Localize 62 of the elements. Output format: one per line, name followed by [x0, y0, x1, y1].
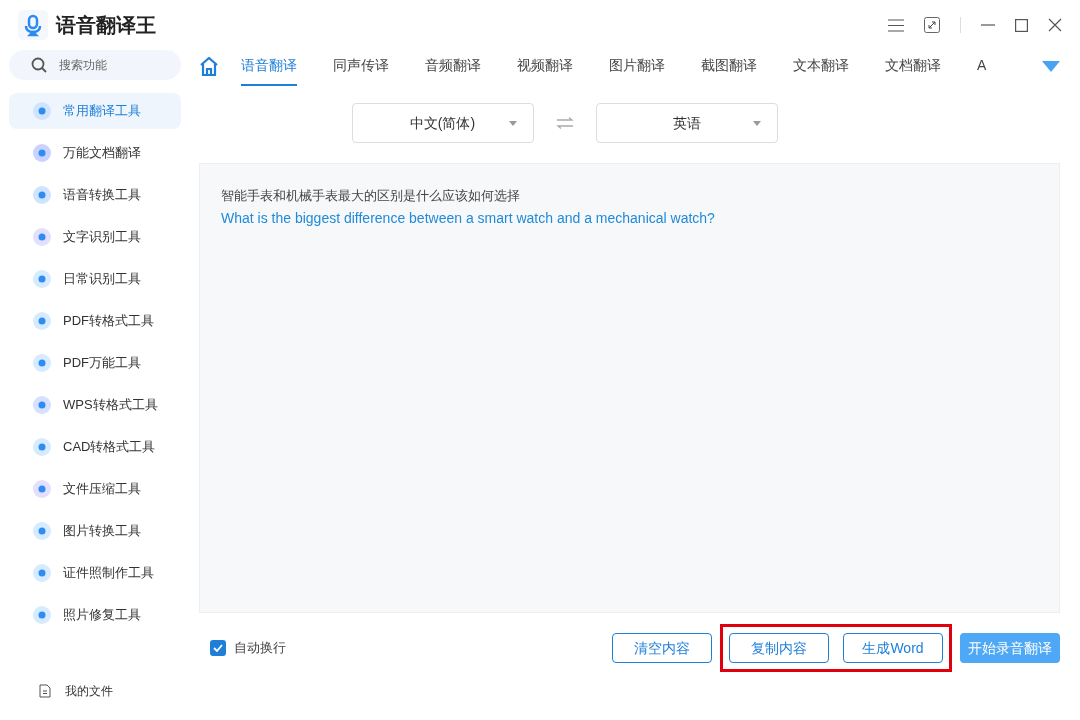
tool-icon: [33, 606, 51, 624]
sidebar-item[interactable]: 语音转换工具: [9, 177, 181, 213]
sidebar-item[interactable]: PDF转格式工具: [9, 303, 181, 339]
tool-icon: [33, 396, 51, 414]
sidebar-item[interactable]: WPS转格式工具: [9, 387, 181, 423]
tool-icon: [33, 312, 51, 330]
caret-icon: [752, 121, 761, 126]
tool-icon: [33, 144, 51, 162]
tab[interactable]: 视频翻译: [517, 46, 573, 86]
tab[interactable]: 图片翻译: [609, 46, 665, 86]
tab[interactable]: 同声传译: [333, 46, 389, 86]
tool-icon: [33, 480, 51, 498]
checkbox[interactable]: [210, 640, 226, 656]
action-button[interactable]: 清空内容: [612, 633, 712, 663]
my-files-item[interactable]: 我的文件: [9, 676, 181, 706]
sidebar-item[interactable]: 文字识别工具: [9, 219, 181, 255]
tab[interactable]: A: [977, 46, 987, 86]
close-icon[interactable]: [1048, 18, 1062, 32]
tool-icon: [33, 438, 51, 456]
tool-icon: [33, 354, 51, 372]
more-tabs-icon[interactable]: [1042, 60, 1060, 72]
swap-icon[interactable]: [555, 117, 574, 129]
sidebar-item[interactable]: 文件压缩工具: [9, 471, 181, 507]
maximize-icon[interactable]: [1015, 18, 1028, 32]
action-button[interactable]: 复制内容: [729, 633, 829, 663]
menu-icon[interactable]: [888, 18, 904, 32]
check-icon: [213, 644, 223, 652]
sidebar-item[interactable]: 证件照制作工具: [9, 555, 181, 591]
sidebar-item[interactable]: 常用翻译工具: [9, 93, 181, 129]
logo-icon: [18, 10, 48, 40]
tool-icon: [33, 270, 51, 288]
document-icon: [39, 684, 51, 698]
tool-icon: [33, 186, 51, 204]
search-input[interactable]: 搜索功能: [59, 56, 159, 74]
action-button[interactable]: 生成Word: [843, 633, 943, 663]
source-language-select[interactable]: 中文(简体): [351, 103, 534, 143]
tab[interactable]: 语音翻译: [241, 46, 297, 86]
tab[interactable]: 文本翻译: [793, 46, 849, 86]
tool-icon: [33, 228, 51, 246]
search-icon: [31, 57, 47, 73]
translation-text: What is the biggest difference between a smart watch and a mechanical watch?: [221, 208, 716, 228]
sidebar-item[interactable]: PDF万能工具: [9, 345, 181, 381]
text-area[interactable]: 智能手表和机械手表最大的区别是什么应该如何选择 What is the biggest difference between a smart watch and a mechanical watch?: [199, 163, 1060, 613]
sidebar-item[interactable]: 照片修复工具: [9, 597, 181, 633]
tool-icon: [33, 102, 51, 120]
sidebar-item[interactable]: 图片转换工具: [9, 513, 181, 549]
app-title: 语音翻译王: [56, 13, 156, 38]
target-language-select[interactable]: 英语: [595, 103, 778, 143]
home-icon[interactable]: [199, 56, 219, 76]
tab[interactable]: 文档翻译: [885, 46, 941, 86]
tab[interactable]: 截图翻译: [701, 46, 757, 86]
tool-icon: [33, 522, 51, 540]
source-text: 智能手表和机械手表最大的区别是什么应该如何选择: [221, 187, 521, 205]
auto-wrap-checkbox[interactable]: 自动换行: [199, 638, 286, 658]
sidebar-item[interactable]: CAD转格式工具: [9, 429, 181, 465]
sidebar-item[interactable]: 万能文档翻译: [9, 135, 181, 171]
tab[interactable]: 音频翻译: [425, 46, 481, 86]
tool-icon: [33, 564, 51, 582]
caret-icon: [508, 121, 517, 126]
shrink-icon[interactable]: [924, 17, 940, 33]
search-field[interactable]: 搜索功能: [9, 50, 181, 80]
sidebar-item[interactable]: 日常识别工具: [9, 261, 181, 297]
